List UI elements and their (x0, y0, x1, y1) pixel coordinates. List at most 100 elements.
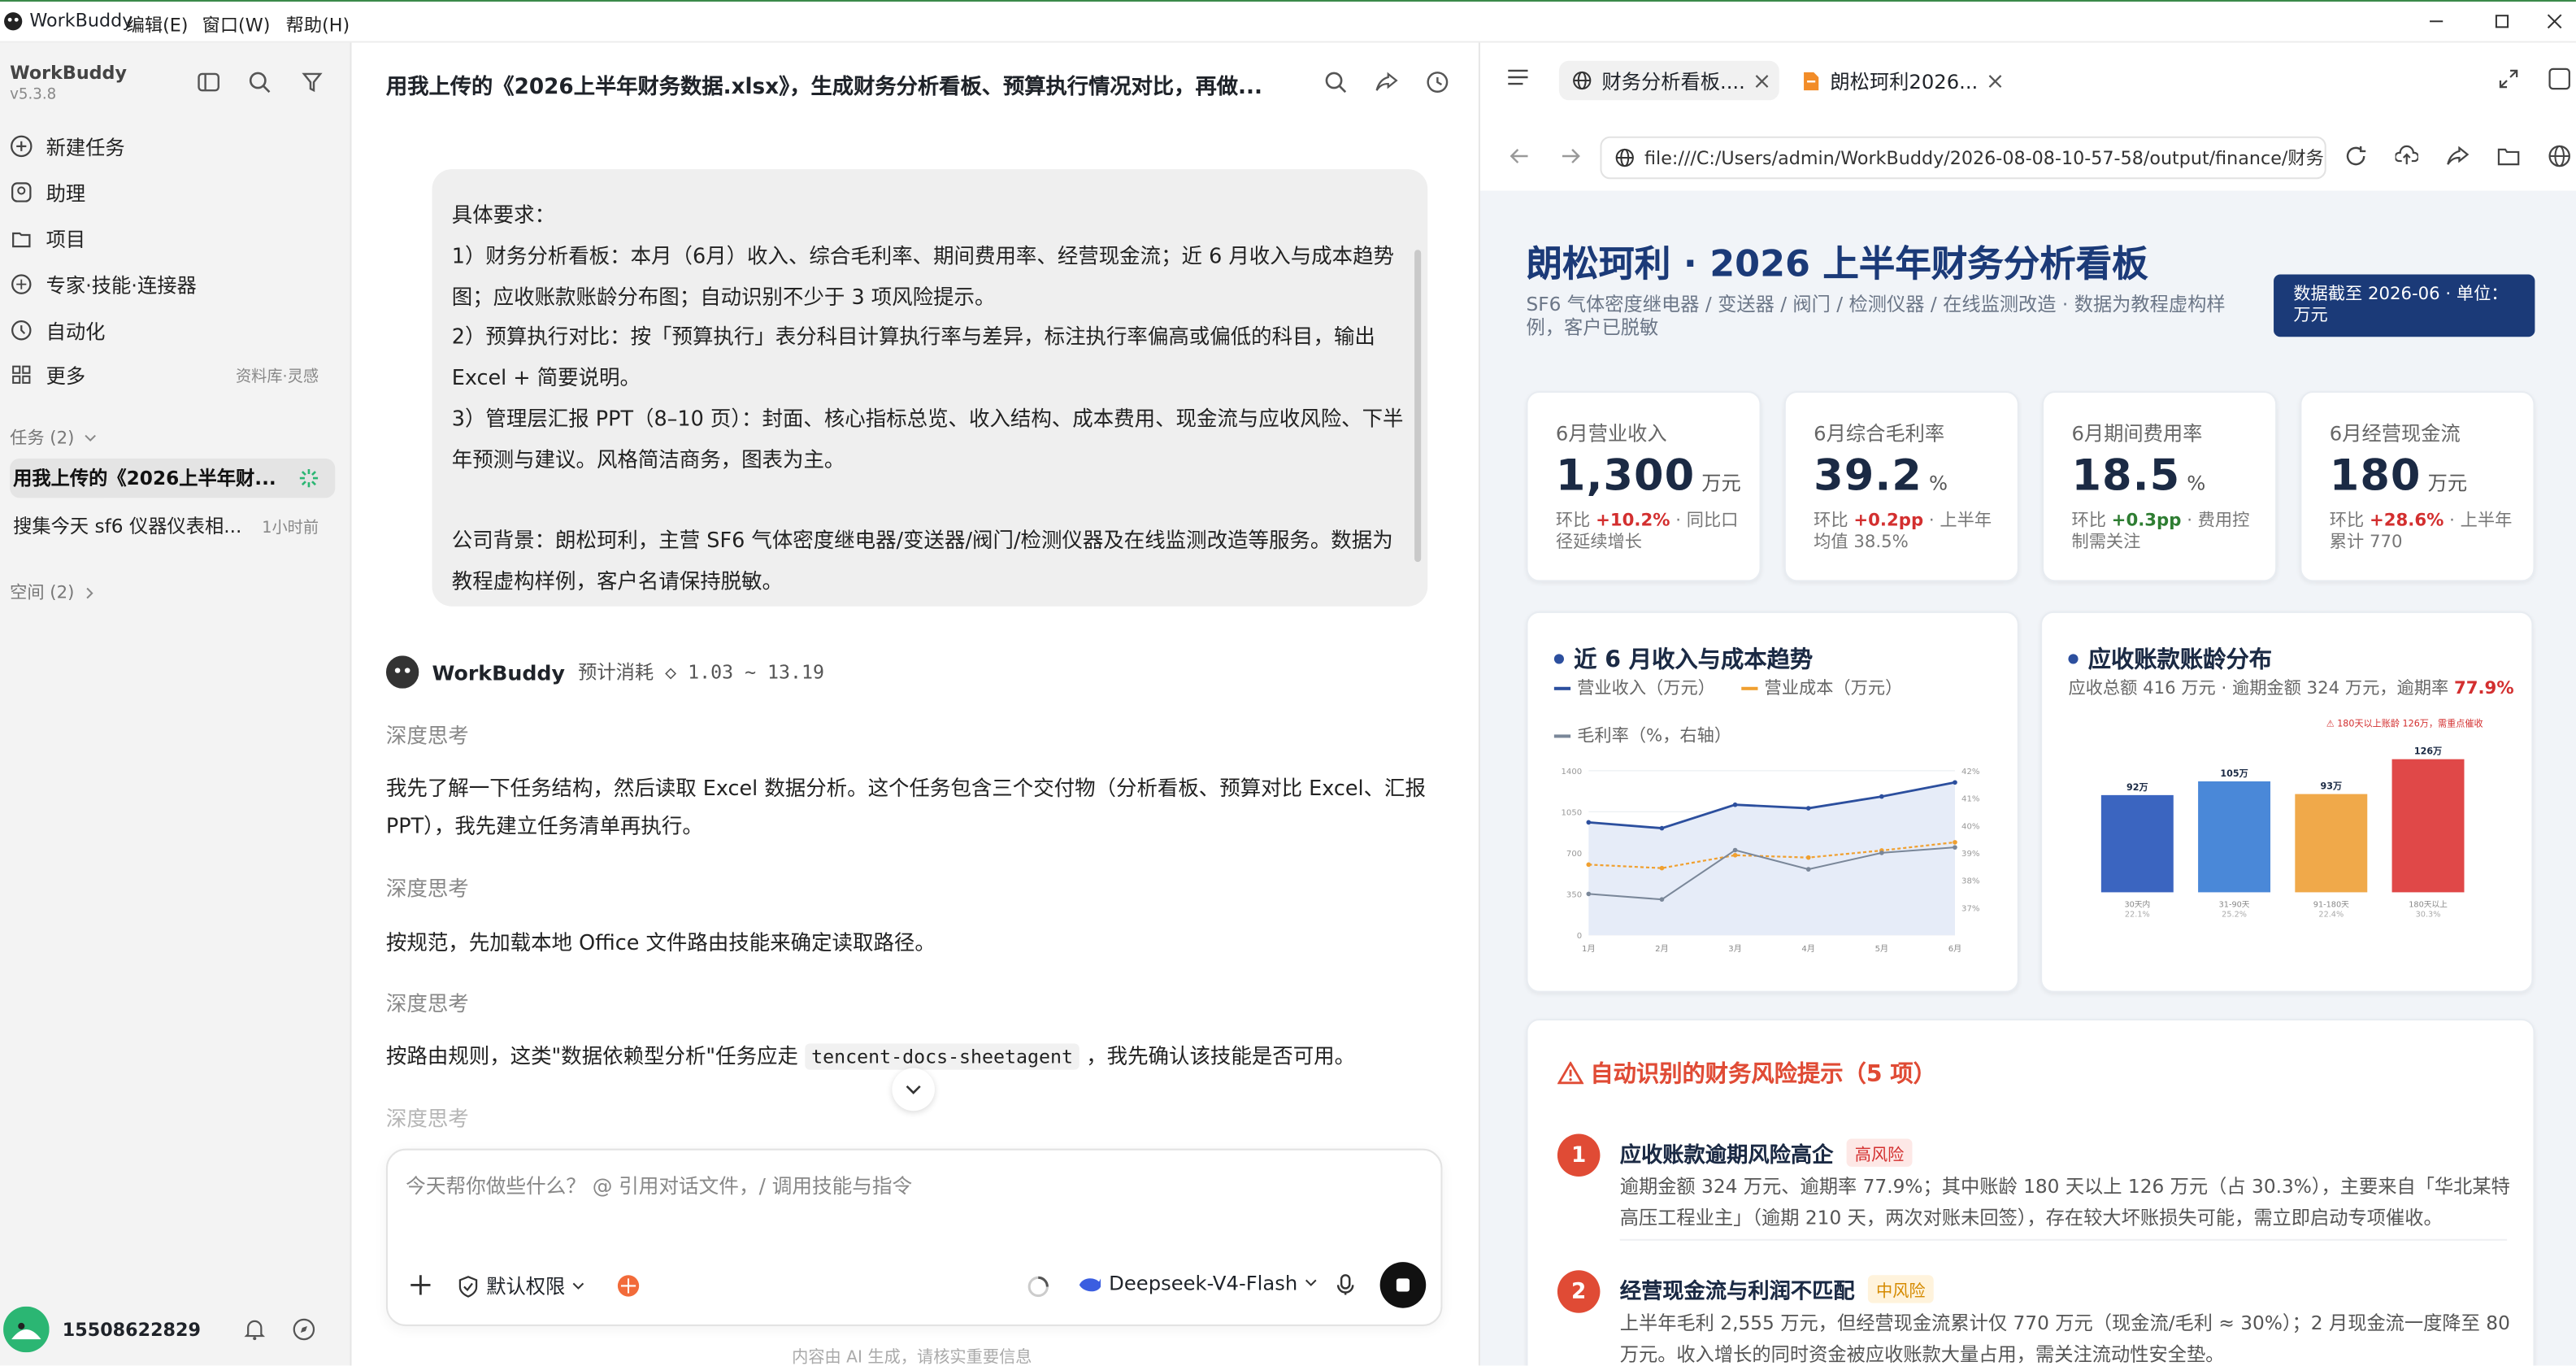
thinking-toggle[interactable]: 深度思考 (386, 718, 469, 749)
ar-bar-value: 105万 (2220, 768, 2248, 779)
model-dropdown[interactable]: Deepseek-V4-Flash (1078, 1272, 1318, 1295)
y-tick-label: 700 (1566, 850, 1582, 859)
nav-new-task[interactable]: 新建任务 (10, 127, 338, 167)
forward-icon[interactable] (1561, 146, 1580, 166)
nav-assistant[interactable]: 助理 (10, 172, 338, 212)
ar-category-label: 91-180天 (2313, 901, 2349, 910)
task-title: 用我上传的《2026上半年财... (13, 466, 276, 490)
thinking-toggle[interactable]: 深度思考 (386, 871, 469, 902)
menu-edit[interactable]: 编辑(E) (127, 11, 189, 37)
stop-button[interactable] (1379, 1262, 1427, 1308)
address-bar[interactable]: file:///C:/Users/admin/WorkBuddy/2026-08… (1600, 136, 2326, 180)
microphone-icon[interactable] (1336, 1273, 1355, 1296)
ar-chart-header: 应收账款账龄分布 (2068, 642, 2272, 675)
margin-line-point (1805, 867, 1811, 872)
bell-icon[interactable] (243, 1318, 266, 1341)
globe-icon[interactable] (2548, 145, 2571, 167)
chevron-right-icon (85, 585, 98, 598)
nav-label: 新建任务 (46, 135, 125, 159)
filter-icon[interactable] (301, 71, 324, 94)
section-dot (2068, 654, 2079, 664)
permission-dropdown[interactable]: 默认权限 (457, 1272, 585, 1299)
permission-label: 默认权限 (486, 1275, 566, 1299)
skill-icon[interactable] (616, 1273, 641, 1298)
nav-more[interactable]: 更多 资料库·灵感 (10, 355, 338, 395)
ar-overdue-rate: 77.9% (2453, 678, 2514, 698)
refresh-icon[interactable] (2344, 145, 2367, 167)
upload-icon[interactable] (2395, 145, 2418, 167)
close-icon[interactable] (1987, 73, 2002, 88)
bubble-line: 3）管理层汇报 PPT（8–10 页）：封面、核心指标总览、收入结构、成本费用、… (451, 406, 1404, 472)
kpi-card-expense-rate: 6月期间费用率 18.5% 环比 +0.3pp · 费用控制需关注 (2042, 390, 2278, 582)
browser-panel: 财务分析看板.... 朗松珂利2026... file:///C:/Users/… (1478, 42, 2576, 1366)
minimize-icon[interactable] (2420, 8, 2452, 34)
task-item[interactable]: 搜集今天 sf6 仪器仪表相... 1小时前 (10, 506, 338, 546)
back-icon[interactable] (1510, 146, 1529, 166)
search-icon[interactable] (248, 71, 271, 94)
message-text: ，我先确认该技能是否可用。 (1086, 1043, 1356, 1068)
close-icon[interactable] (1755, 73, 1770, 88)
margin-line-point (1732, 847, 1738, 853)
agent-header: WorkBuddy 预计消耗 ◇ 1.03 ~ 13.19 (385, 655, 824, 689)
history-icon[interactable] (1426, 71, 1449, 94)
kpi-note-pre: 环比 (2071, 511, 2112, 531)
dashboard-subtitle: SF6 气体密度继电器 / 变送器 / 阀门 / 检测仪器 / 在线监测改造 ·… (1526, 292, 2226, 339)
app-name: WorkBuddy (29, 10, 133, 32)
y2-tick-label: 37% (1961, 904, 1980, 913)
share-icon[interactable] (2446, 145, 2470, 167)
kpi-card-cashflow: 6月经营现金流 180 万元 环比 +28.6% · 上半年累计 770 (2300, 390, 2535, 582)
menu-icon[interactable] (1506, 67, 1529, 87)
spaces-header[interactable]: 空间 (2) (10, 580, 98, 604)
scroll-down-button[interactable] (892, 1068, 935, 1112)
revenue-line-point (1805, 806, 1811, 811)
skill-code: tencent-docs-sheetagent (805, 1043, 1080, 1070)
nav-automation[interactable]: 自动化 (10, 311, 338, 350)
legend-swatch (1553, 733, 1571, 737)
folder-icon[interactable] (2497, 145, 2520, 167)
tab-ppt[interactable]: 朗松珂利2026... (1789, 61, 2003, 101)
kpi-delta: +28.6% (2369, 511, 2444, 531)
task-item-active[interactable]: 用我上传的《2026上半年财... (10, 458, 336, 498)
menu-help[interactable]: 帮助(H) (286, 11, 350, 37)
maximize-icon[interactable] (2486, 8, 2518, 34)
ar-share-label: 25.2% (2222, 911, 2247, 920)
plus-icon[interactable] (409, 1273, 432, 1296)
bubble-line: 2）预算执行对比：按「预算执行」表分科目计算执行率与差异，标注执行率偏高或偏低的… (451, 324, 1375, 390)
close-window-icon[interactable] (2538, 8, 2570, 34)
kpi-label: 6月综合毛利率 (1814, 422, 1945, 446)
sidebar-toggle-icon[interactable] (198, 71, 220, 94)
trend-chart: 0 350 700 1050 1400 37% 38% 39% 40% 41% 42% 1月 2月 3月 4… (1562, 768, 1980, 954)
share-icon[interactable] (1375, 71, 1398, 94)
sidebar-panel-icon[interactable] (2548, 67, 2571, 90)
y-tick-label: 1400 (1562, 768, 1583, 777)
chevron-down-icon (85, 432, 98, 445)
legend-item-cost: 营业成本（万元） (1741, 676, 1902, 700)
cost-line-point (1586, 862, 1592, 868)
search-icon[interactable] (1324, 71, 1347, 94)
nav-label: 项目 (46, 227, 86, 251)
bubble-scrollbar[interactable] (1414, 250, 1422, 563)
bubble-line (452, 481, 1408, 521)
agent-message: 按规范，先加载本地 Office 文件路由技能来确定读取路径。 (385, 929, 936, 955)
tasks-header[interactable]: 任务 (2) (10, 425, 98, 450)
nav-projects[interactable]: 项目 (10, 219, 338, 259)
user-profile[interactable]: 15508622829 (3, 1306, 201, 1353)
legend-swatch (1741, 685, 1758, 690)
chat-input[interactable]: 今天帮你做些什么？ @ 引用对话文件，/ 调用技能与指令 (406, 1170, 912, 1199)
nav-experts[interactable]: 专家·技能·连接器 (10, 264, 338, 304)
kpi-value: 180 (2329, 451, 2422, 502)
ar-summary: 应收总额 416 万元 · 逾期金额 324 万元，逾期率 77.9% (2068, 676, 2513, 700)
legend-label: 营业收入（万元） (1577, 678, 1715, 698)
compass-icon[interactable] (293, 1318, 315, 1341)
chat-input-box: 今天帮你做些什么？ @ 引用对话文件，/ 调用技能与指令 默认权限 Deepse… (385, 1148, 1443, 1326)
risk-item-header: 应收账款逾期风险高企 高风险 (1620, 1138, 1913, 1168)
menu-window[interactable]: 窗口(W) (202, 11, 271, 37)
spaces-header-label: 空间 (2) (10, 583, 75, 603)
thinking-toggle[interactable]: 深度思考 (386, 1101, 469, 1132)
expand-icon[interactable] (2499, 69, 2518, 89)
ar-share-label: 22.4% (2318, 911, 2344, 920)
thinking-toggle[interactable]: 深度思考 (386, 986, 469, 1017)
ar-bar-value: 92万 (2126, 782, 2148, 793)
tab-dashboard[interactable]: 财务分析看板.... (1558, 60, 1779, 101)
task-title: 搜集今天 sf6 仪器仪表相... (13, 514, 242, 537)
